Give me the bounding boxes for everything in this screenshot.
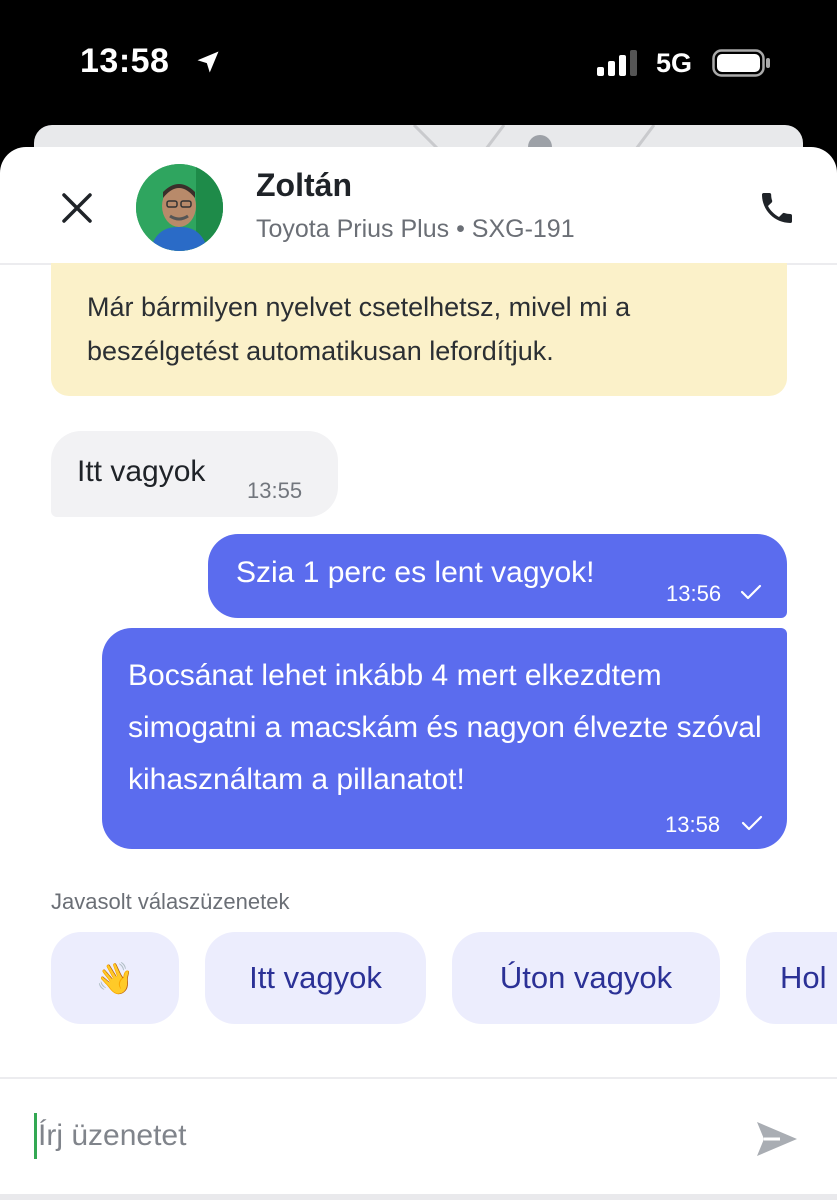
message-input[interactable] xyxy=(38,1109,718,1163)
message-time: 13:58 xyxy=(665,812,721,837)
close-button[interactable] xyxy=(54,185,100,231)
driver-avatar xyxy=(136,164,223,251)
send-button[interactable] xyxy=(753,1117,801,1161)
suggestion-chip-wave[interactable]: 👋 xyxy=(51,932,179,1024)
suggestion-chip[interactable]: Úton vagyok xyxy=(452,932,720,1024)
battery-icon xyxy=(712,49,770,77)
location-arrow-icon xyxy=(197,51,219,73)
status-bar: 13:58 5G xyxy=(0,0,837,125)
chat-header: Zoltán Toyota Prius Plus • SXG-191 xyxy=(0,147,837,265)
message-text: Itt vagyok xyxy=(77,455,206,488)
network-type: 5G xyxy=(656,48,693,78)
composer-bar xyxy=(0,1077,837,1200)
message-bubble-outgoing[interactable]: Bocsánat lehet inkább 4 mert elkezdtem s… xyxy=(102,628,787,849)
bottom-edge xyxy=(0,1194,837,1200)
close-icon xyxy=(62,193,92,223)
text-cursor xyxy=(34,1113,37,1159)
car-info: Toyota Prius Plus • SXG-191 xyxy=(256,215,575,243)
call-button[interactable] xyxy=(752,183,802,233)
message-text: Bocsánat lehet inkább 4 mert elkezdtem s… xyxy=(128,659,762,796)
sent-check-icon xyxy=(741,815,763,831)
message-text: Szia 1 perc es lent vagyok! xyxy=(236,556,595,589)
phone-icon xyxy=(762,193,792,223)
sent-check-icon xyxy=(740,584,762,600)
cellular-signal-icon xyxy=(597,50,637,76)
suggested-replies-title: Javasolt válaszüzenetek xyxy=(51,889,290,914)
translation-notice: Már bármilyen nyelvet csetelhetsz, mivel… xyxy=(51,263,787,396)
driver-name: Zoltán xyxy=(256,167,352,203)
send-icon xyxy=(757,1122,797,1156)
message-bubble-outgoing[interactable]: Szia 1 perc es lent vagyok! 13:56 xyxy=(208,534,787,618)
suggestion-chip[interactable]: Itt vagyok xyxy=(205,932,426,1024)
status-time: 13:58 xyxy=(80,42,170,80)
message-time: 13:56 xyxy=(666,581,722,606)
message-time: 13:55 xyxy=(247,478,303,503)
message-bubble-incoming[interactable]: Itt vagyok 13:55 xyxy=(51,431,338,517)
chat-sheet: Zoltán Toyota Prius Plus • SXG-191 Már b… xyxy=(0,147,837,1200)
suggestion-chip[interactable]: Hol xyxy=(746,932,837,1024)
